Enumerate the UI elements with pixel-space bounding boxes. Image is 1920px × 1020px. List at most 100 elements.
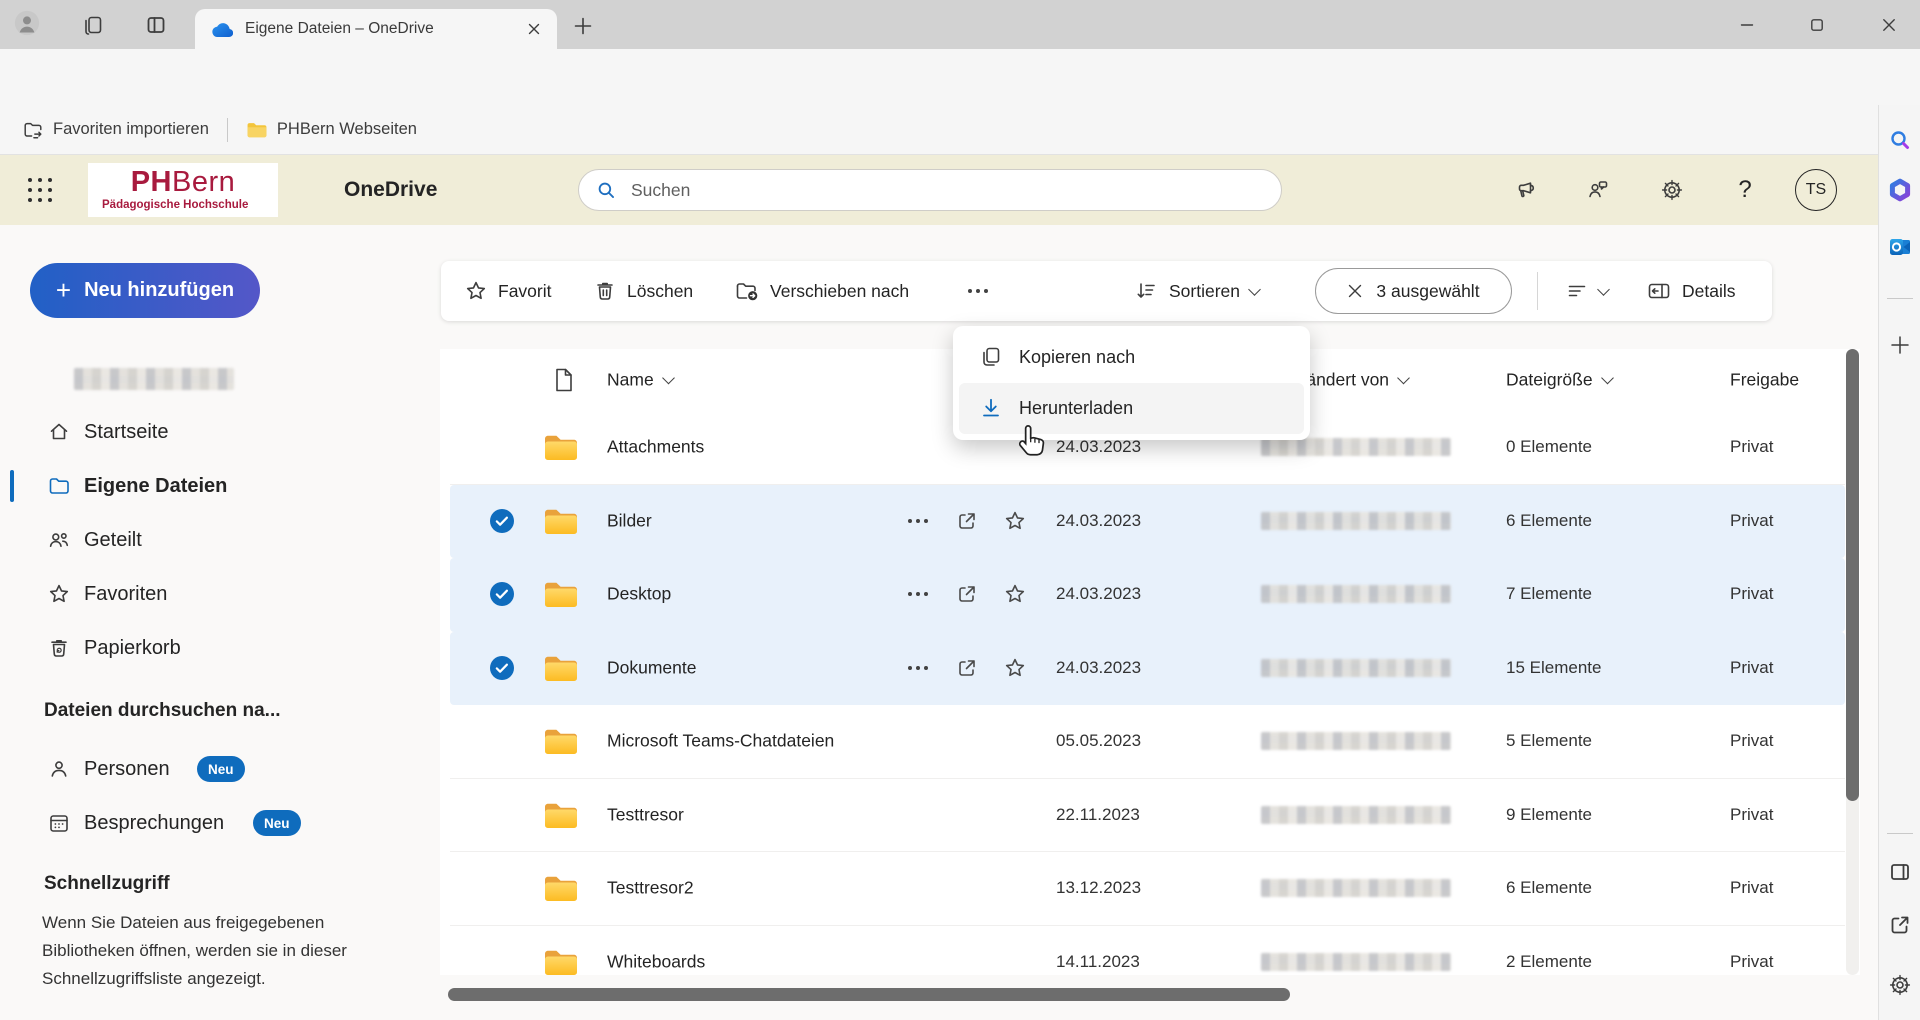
file-name[interactable]: Desktop — [607, 584, 671, 605]
file-name[interactable]: Whiteboards — [607, 951, 705, 972]
onedrive-cloud-icon — [209, 21, 233, 38]
redacted-modified-by — [1261, 659, 1451, 677]
sort-button[interactable]: Sortieren — [1135, 261, 1259, 321]
app-launcher-waffle-icon[interactable] — [26, 176, 54, 204]
favorites-folder-label: PHBern Webseiten — [277, 120, 417, 139]
phbern-logo[interactable]: PHBern Pädagogische Hochschule — [88, 163, 278, 217]
microsoft365-icon[interactable] — [1887, 177, 1913, 203]
row-more-actions-icon[interactable] — [905, 508, 931, 534]
table-row[interactable]: Microsoft Teams-Chatdateien 05.05.2023 5… — [450, 705, 1845, 779]
selected-check-icon[interactable] — [489, 508, 515, 534]
selected-check-icon[interactable] — [489, 581, 515, 607]
neu-badge: Neu — [197, 756, 245, 782]
profile-avatar-icon[interactable] — [14, 10, 40, 36]
vertical-scrollbar[interactable] — [1846, 349, 1859, 975]
sidebar-search-icon[interactable] — [1887, 127, 1913, 153]
column-header-size[interactable]: Dateigröße — [1506, 370, 1612, 391]
search-box[interactable] — [578, 169, 1282, 211]
row-more-actions-icon[interactable] — [905, 581, 931, 607]
folder-icon — [46, 473, 72, 499]
search-input[interactable] — [631, 180, 1265, 201]
horizontal-scrollbar-thumb[interactable] — [448, 988, 1290, 1001]
add-new-button[interactable]: + Neu hinzufügen — [30, 263, 260, 318]
folder-icon — [542, 800, 580, 830]
file-name[interactable]: Bilder — [607, 510, 652, 531]
sidebar-item-eigene-dateien[interactable]: Eigene Dateien — [0, 459, 440, 513]
open-external-icon[interactable] — [1887, 912, 1913, 938]
tab-close-icon[interactable] — [525, 20, 543, 38]
modified-date: 24.03.2023 — [1056, 437, 1141, 457]
table-row[interactable]: Desktop 24.03.2023 7 Elemente Privat — [450, 558, 1845, 632]
row-share-icon[interactable] — [954, 655, 980, 681]
table-row[interactable]: Bilder 24.03.2023 6 Elemente Privat — [450, 485, 1845, 559]
menu-item-kopieren-nach[interactable]: Kopieren nach — [953, 332, 1310, 382]
column-header-share[interactable]: Freigabe — [1730, 370, 1799, 391]
table-row[interactable]: Dokumente 24.03.2023 15 Elemente Privat — [450, 632, 1845, 706]
file-name[interactable]: Attachments — [607, 437, 704, 458]
file-name[interactable]: Testtresor — [607, 804, 684, 825]
strip-settings-gear-icon[interactable] — [1887, 972, 1913, 998]
modified-date: 24.03.2023 — [1056, 658, 1141, 678]
sidebar-item-papierkorb[interactable]: Papierkorb — [0, 621, 440, 675]
more-commands-button[interactable] — [968, 261, 988, 321]
file-size: 9 Elemente — [1506, 805, 1592, 825]
sidebar-item-startseite[interactable]: Startseite — [0, 405, 440, 459]
import-favorites-button[interactable]: Favoriten importieren — [22, 119, 209, 141]
view-options-button[interactable] — [1565, 261, 1608, 321]
browser-window: Eigene Dateien – OneDrive — [0, 0, 1920, 1020]
row-favorite-star-icon[interactable] — [1002, 508, 1028, 534]
table-row[interactable]: Testtresor2 13.12.2023 6 Elemente Privat — [450, 852, 1845, 926]
row-more-actions-icon[interactable] — [905, 655, 931, 681]
browser-favorites-bar: Favoriten importieren PHBern Webseiten — [0, 105, 1878, 155]
modified-date: 13.12.2023 — [1056, 878, 1141, 898]
file-size: 0 Elemente — [1506, 437, 1592, 457]
row-favorite-star-icon[interactable] — [1002, 655, 1028, 681]
details-button[interactable]: Details — [1646, 261, 1736, 321]
selected-check-icon[interactable] — [489, 655, 515, 681]
home-icon — [46, 419, 72, 445]
file-table-body: Attachments 24.03.2023 0 Elemente Privat… — [450, 411, 1845, 975]
selection-count-label: 3 ausgewählt — [1376, 281, 1479, 302]
browser-tab[interactable]: Eigene Dateien – OneDrive — [195, 9, 557, 49]
table-row[interactable]: Whiteboards 14.11.2023 2 Elemente Privat — [450, 926, 1845, 976]
file-size: 6 Elemente — [1506, 511, 1592, 531]
row-share-icon[interactable] — [954, 508, 980, 534]
favorite-button[interactable]: Favorit — [464, 261, 551, 321]
sidebar-item-personen[interactable]: Personen Neu — [0, 742, 440, 796]
chevron-down-icon — [662, 372, 675, 385]
help-icon[interactable]: ? — [1733, 178, 1757, 202]
file-name[interactable]: Testtresor2 — [607, 878, 694, 899]
folder-icon — [246, 121, 268, 139]
sidebar-item-besprechungen[interactable]: Besprechungen Neu — [0, 796, 440, 850]
delete-button[interactable]: Löschen — [593, 261, 693, 321]
sidebar-add-icon[interactable] — [1887, 332, 1913, 358]
sidebar-item-geteilt[interactable]: Geteilt — [0, 513, 440, 567]
vertical-scrollbar-thumb[interactable] — [1846, 349, 1859, 801]
file-name[interactable]: Dokumente — [607, 657, 697, 678]
folder-icon — [542, 653, 580, 683]
file-size: 5 Elemente — [1506, 731, 1592, 751]
row-share-icon[interactable] — [954, 581, 980, 607]
menu-item-herunterladen[interactable]: Herunterladen — [953, 383, 1310, 433]
workspaces-icon[interactable] — [80, 12, 106, 38]
new-tab-icon[interactable] — [570, 13, 596, 39]
column-header-name[interactable]: Name — [607, 370, 673, 391]
feedback-icon[interactable] — [1586, 178, 1610, 202]
favorites-folder-phbern[interactable]: PHBern Webseiten — [246, 120, 417, 139]
move-to-button[interactable]: Verschieben nach — [734, 261, 909, 321]
window-close-button[interactable] — [1860, 0, 1918, 49]
account-avatar[interactable]: TS — [1795, 169, 1837, 211]
row-favorite-star-icon[interactable] — [1002, 581, 1028, 607]
settings-gear-icon[interactable] — [1660, 178, 1684, 202]
window-minimize-button[interactable] — [1718, 0, 1776, 49]
tab-actions-icon[interactable] — [143, 12, 169, 38]
selection-count-pill[interactable]: 3 ausgewählt — [1315, 268, 1512, 314]
window-maximize-button[interactable] — [1788, 0, 1846, 49]
document-type-icon[interactable] — [552, 367, 576, 393]
announcements-megaphone-icon[interactable] — [1516, 178, 1540, 202]
file-name[interactable]: Microsoft Teams-Chatdateien — [607, 731, 834, 752]
outlook-icon[interactable] — [1887, 234, 1913, 260]
table-row[interactable]: Testtresor 22.11.2023 9 Elemente Privat — [450, 779, 1845, 853]
sidebar-panel-icon[interactable] — [1887, 859, 1913, 885]
sidebar-item-favoriten[interactable]: Favoriten — [0, 567, 440, 621]
